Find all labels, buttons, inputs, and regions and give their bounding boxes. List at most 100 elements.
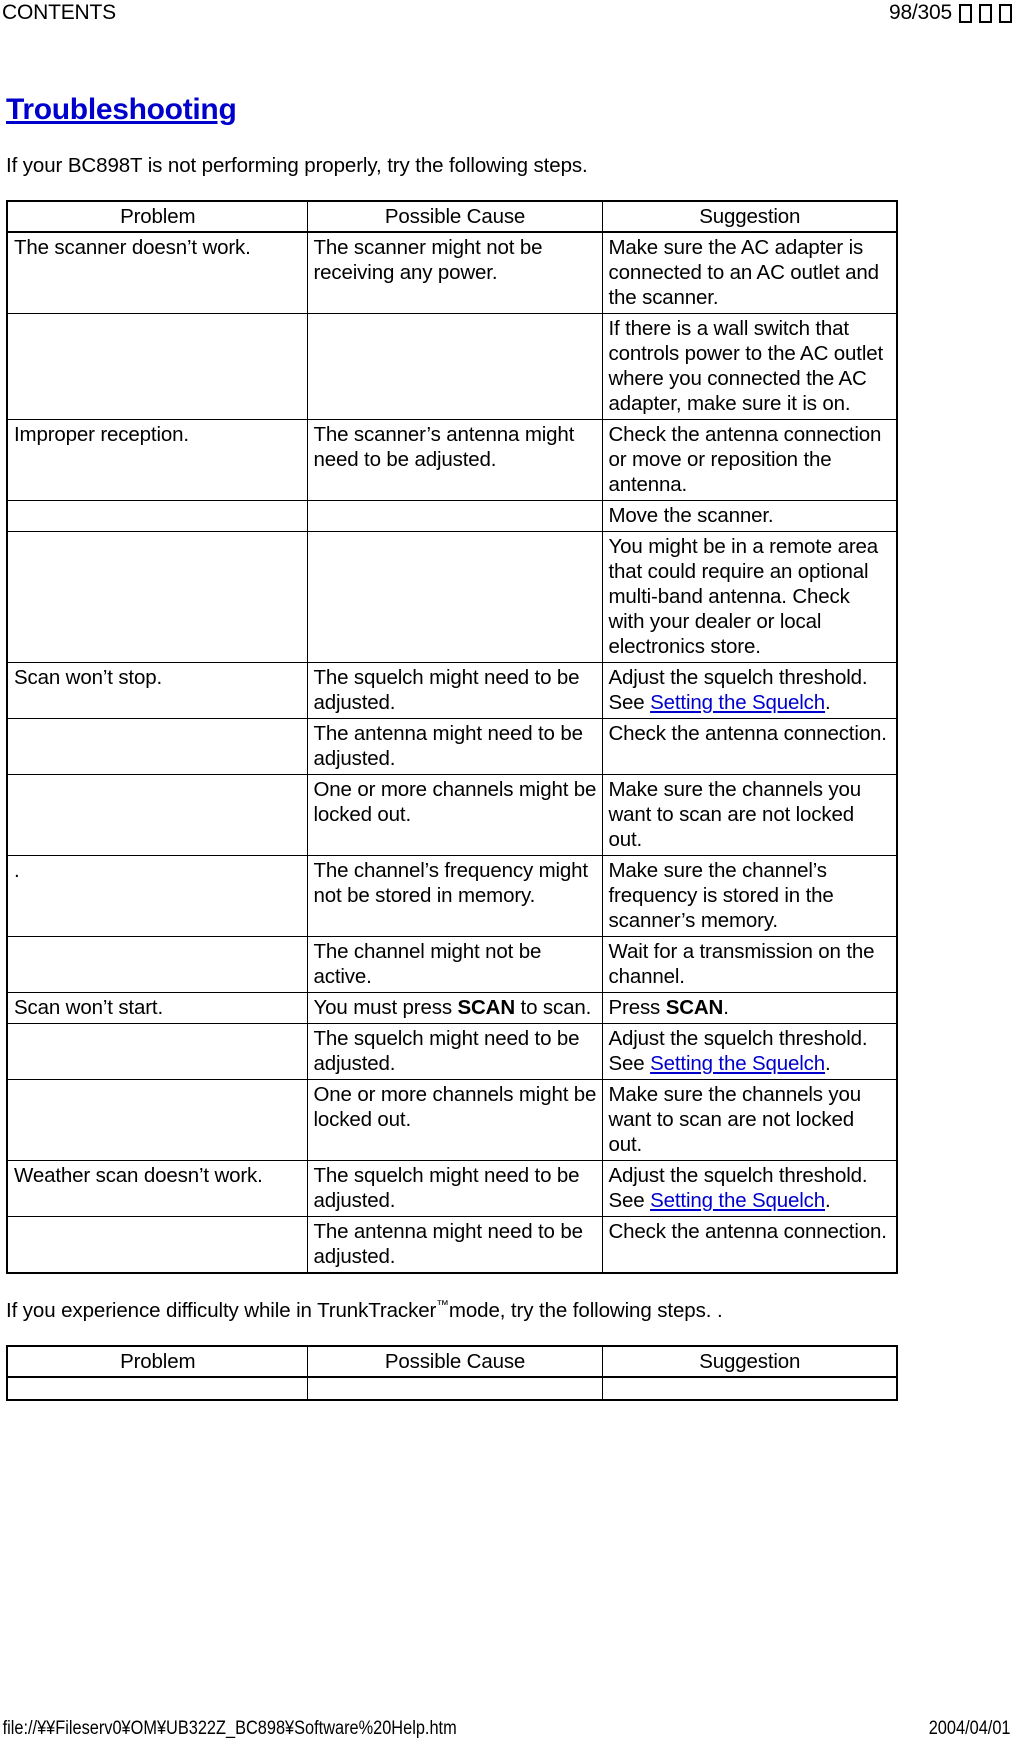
cell-suggestion: Make sure the channels you want to scan … <box>601 1079 898 1161</box>
browser-print-header: CONTENTS 98/305 <box>0 0 1016 34</box>
link-setting-the-squelch[interactable]: Setting the Squelch <box>650 691 825 714</box>
page-title: Troubleshooting <box>6 93 237 126</box>
cell-problem <box>6 1376 308 1401</box>
cell-cause <box>306 1376 603 1401</box>
cell-cause: The squelch might need to be adjusted. <box>306 1160 603 1217</box>
browser-print-footer: file://¥¥Fileserv0¥OM¥UB322Z_BC898¥Softw… <box>0 1716 1016 1742</box>
cell-problem: Improper reception. <box>6 419 308 501</box>
cell-suggestion: If there is a wall switch that controls … <box>601 313 898 420</box>
document-content: Troubleshooting If your BC898T is not pe… <box>6 92 902 1401</box>
cell-problem: Weather scan doesn’t work. <box>6 1160 308 1217</box>
intro-paragraph: If your BC898T is not performing properl… <box>6 154 588 177</box>
cell-cause: The squelch might need to be adjusted. <box>306 662 603 719</box>
cell-suggestion: Wait for a transmission on the channel. <box>601 936 898 993</box>
cell-suggestion: Adjust the squelch threshold. See Settin… <box>601 1023 898 1080</box>
trunktracker-intro-suffix: mode, try the following steps. . <box>448 1299 723 1322</box>
column-header-suggestion: Suggestion <box>601 1345 898 1378</box>
link-setting-the-squelch[interactable]: Setting the Squelch <box>650 1189 825 1212</box>
cause-text-pre: You must press <box>313 996 458 1019</box>
table-row <box>6 1376 898 1401</box>
footer-url: file://¥¥Fileserv0¥OM¥UB322Z_BC898¥Softw… <box>2 1718 457 1739</box>
footer-date: 2004/04/01 <box>928 1718 1011 1739</box>
column-header-possible-cause: Possible Cause <box>306 200 603 233</box>
cell-cause: The antenna might need to be adjusted. <box>306 718 603 775</box>
cell-cause: One or more channels might be locked out… <box>306 774 603 856</box>
cell-problem <box>6 500 308 532</box>
cell-problem: Scan won’t stop. <box>6 662 308 719</box>
missing-glyph-icon <box>979 3 992 23</box>
suggestion-text-post: . <box>825 1189 831 1212</box>
cell-suggestion: Check the antenna connection. <box>601 718 898 775</box>
cell-problem <box>6 718 308 775</box>
table-header-row: Problem Possible Cause Suggestion <box>6 200 898 233</box>
cell-suggestion: Adjust the squelch threshold. See Settin… <box>601 662 898 719</box>
trunktracker-troubleshooting-table: Problem Possible Cause Suggestion <box>6 1345 898 1401</box>
cell-cause: The antenna might need to be adjusted. <box>306 1216 603 1274</box>
column-header-suggestion: Suggestion <box>601 200 898 233</box>
cell-problem: The scanner doesn’t work. <box>6 231 308 314</box>
cell-suggestion: Move the scanner. <box>601 500 898 532</box>
cell-cause: One or more channels might be locked out… <box>306 1079 603 1161</box>
table-row: Move the scanner. <box>6 500 898 532</box>
missing-glyph-icon <box>999 3 1012 23</box>
page-indicator: 98/305 <box>888 1 952 24</box>
missing-glyph-icon <box>959 3 972 23</box>
suggestion-text-post: . <box>723 996 729 1019</box>
cell-suggestion: Check the antenna connection or move or … <box>601 419 898 501</box>
table-row: If there is a wall switch that controls … <box>6 313 898 420</box>
trademark-symbol: ™ <box>436 1297 449 1313</box>
cell-suggestion <box>601 1376 898 1401</box>
trunktracker-intro-paragraph: If you experience difficulty while in Tr… <box>6 1298 902 1323</box>
column-header-problem: Problem <box>6 1345 308 1378</box>
cell-suggestion: Adjust the squelch threshold. See Settin… <box>601 1160 898 1217</box>
trunktracker-intro-prefix: If you experience difficulty while in Tr… <box>6 1299 437 1322</box>
cell-cause: The scanner might not be receiving any p… <box>306 231 603 314</box>
cell-problem <box>6 936 308 993</box>
table-row: You might be in a remote area that could… <box>6 531 898 663</box>
cell-suggestion: Press SCAN. <box>601 992 898 1024</box>
link-setting-the-squelch[interactable]: Setting the Squelch <box>650 1052 825 1075</box>
suggestion-text-pre: Press <box>608 996 666 1019</box>
cell-suggestion: You might be in a remote area that could… <box>601 531 898 663</box>
cell-cause: You must press SCAN to scan. <box>306 992 603 1024</box>
cell-problem <box>6 1079 308 1161</box>
table-row: The antenna might need to be adjusted. C… <box>6 718 898 775</box>
cell-cause: The scanner’s antenna might need to be a… <box>306 419 603 501</box>
table-row: One or more channels might be locked out… <box>6 774 898 856</box>
table-row: Weather scan doesn’t work. The squelch m… <box>6 1160 898 1217</box>
key-label-scan: SCAN <box>665 996 724 1019</box>
table-row: The squelch might need to be adjusted. A… <box>6 1023 898 1080</box>
suggestion-text-post: . <box>825 1052 831 1075</box>
cell-cause: The channel might not be active. <box>306 936 603 993</box>
cell-problem <box>6 1023 308 1080</box>
cell-cause <box>306 313 603 420</box>
header-page-indicator-group: 98/305 <box>889 0 1016 26</box>
table-row: . The channel’s frequency might not be s… <box>6 855 898 937</box>
header-contents-label: CONTENTS <box>2 1 116 24</box>
table-row: The antenna might need to be adjusted. C… <box>6 1216 898 1274</box>
table-row: Scan won’t stop. The squelch might need … <box>6 662 898 719</box>
cell-problem <box>6 1216 308 1274</box>
cell-cause <box>306 500 603 532</box>
table-row: The scanner doesn’t work. The scanner mi… <box>6 231 898 314</box>
suggestion-text-post: . <box>825 691 831 714</box>
column-header-problem: Problem <box>6 200 308 233</box>
table-row: Scan won’t start. You must press SCAN to… <box>6 992 898 1024</box>
cell-suggestion: Make sure the channels you want to scan … <box>601 774 898 856</box>
column-header-possible-cause: Possible Cause <box>306 1345 603 1378</box>
cell-suggestion: Check the antenna connection. <box>601 1216 898 1274</box>
cell-cause <box>306 531 603 663</box>
table-row: One or more channels might be locked out… <box>6 1079 898 1161</box>
cell-problem <box>6 313 308 420</box>
cell-suggestion: Make sure the channel’s frequency is sto… <box>601 855 898 937</box>
table-header-row: Problem Possible Cause Suggestion <box>6 1345 898 1378</box>
table-row: Improper reception. The scanner’s antenn… <box>6 419 898 501</box>
cell-cause: The channel’s frequency might not be sto… <box>306 855 603 937</box>
cell-suggestion: Make sure the AC adapter is connected to… <box>601 231 898 314</box>
cause-text-post: to scan. <box>514 996 592 1019</box>
cell-problem: . <box>6 855 308 937</box>
cell-cause: The squelch might need to be adjusted. <box>306 1023 603 1080</box>
table-row: The channel might not be active. Wait fo… <box>6 936 898 993</box>
cell-problem <box>6 531 308 663</box>
troubleshooting-table: Problem Possible Cause Suggestion The sc… <box>6 200 898 1274</box>
